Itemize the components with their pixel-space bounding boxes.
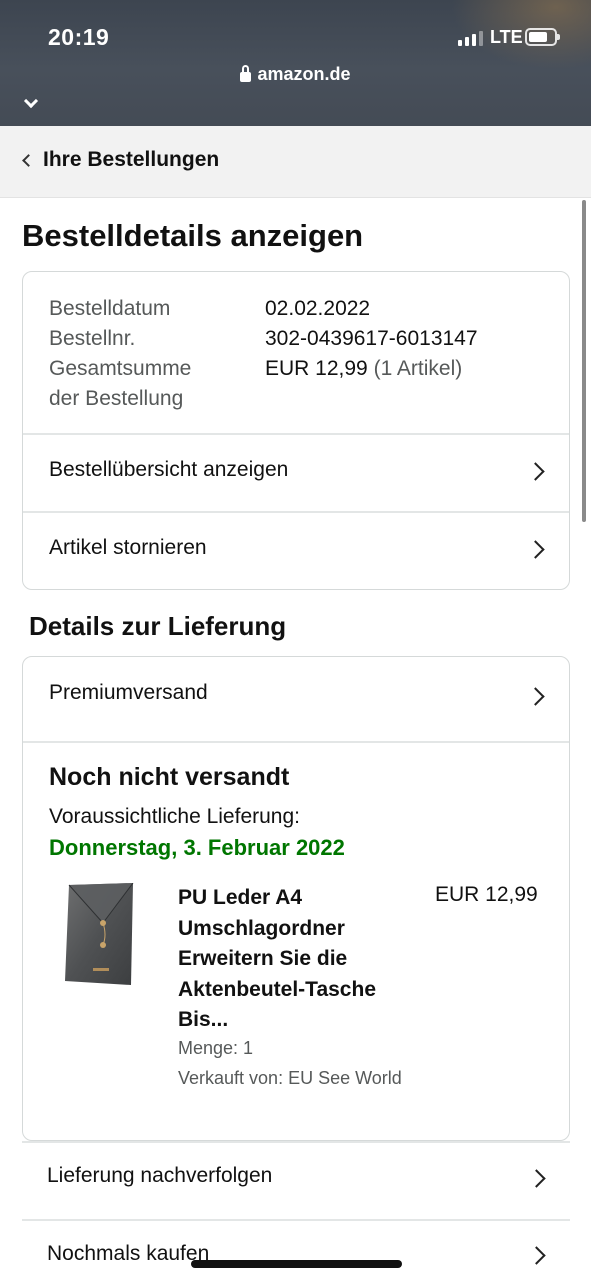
chevron-left-icon [22, 154, 35, 167]
product-title-link[interactable]: PU Leder A4 Umschlagordner Erweitern Sie… [178, 883, 418, 1036]
order-summary-card: Bestelldatum 02.02.2022 Bestellnr. 302-0… [22, 271, 570, 590]
track-package-label: Lieferung nachverfolgen [47, 1164, 273, 1187]
track-package-button[interactable]: Lieferung nachverfolgen [22, 1142, 570, 1218]
browser-top-bar: 20:19 LTE amazon.de [0, 0, 591, 126]
back-navigation-bar[interactable]: Ihre Bestellungen [0, 126, 591, 198]
lock-icon [240, 64, 252, 82]
product-quantity: Menge: 1 [178, 1038, 254, 1058]
buy-again-label: Nochmals kaufen [47, 1242, 210, 1265]
order-info: Bestelldatum 02.02.2022 Bestellnr. 302-0… [49, 294, 478, 414]
view-order-summary-label: Bestellübersicht anzeigen [49, 458, 289, 481]
delivery-estimate-date: Donnerstag, 3. Februar 2022 [49, 835, 345, 860]
page-title: Bestelldetails anzeigen [22, 218, 364, 253]
buy-again-button[interactable]: Nochmals kaufen [22, 1220, 570, 1280]
order-number-value: 302-0439617-6013147 [265, 327, 478, 350]
shipment-status: Noch nicht versandt [49, 763, 290, 791]
delivery-section-title: Details zur Lieferung [29, 611, 287, 641]
delivery-estimate-label: Voraussichtliche Lieferung: [49, 805, 300, 828]
chevron-right-icon [526, 540, 545, 559]
product-image[interactable] [63, 882, 135, 987]
order-date-label: Bestelldatum [49, 297, 171, 320]
cancel-items-label: Artikel stornieren [49, 536, 207, 559]
order-number-label: Bestellnr. [49, 327, 136, 350]
battery-icon [525, 28, 560, 46]
chevron-down-icon[interactable] [23, 93, 39, 109]
back-link[interactable]: Ihre Bestellungen [43, 148, 219, 172]
chevron-right-icon [526, 687, 545, 706]
cellular-signal-icon [458, 30, 483, 46]
cancel-items-button[interactable]: Artikel stornieren [23, 512, 569, 588]
view-order-summary-button[interactable]: Bestellübersicht anzeigen [23, 434, 569, 510]
order-total-label: Gesamtsumme der Bestellung [49, 357, 192, 410]
shipping-method-label: Premiumversand [49, 681, 208, 704]
network-type: LTE [490, 27, 523, 47]
product-price: EUR 12,99 [435, 883, 538, 906]
url-text: amazon.de [257, 64, 351, 84]
url-bar[interactable]: amazon.de [0, 64, 591, 85]
shipping-method-button[interactable]: Premiumversand [23, 657, 569, 733]
scrollbar[interactable] [582, 200, 586, 522]
order-total-value: EUR 12,99 (1 Artikel) [265, 357, 463, 380]
delivery-card: Premiumversand Noch nicht versandt Vorau… [22, 656, 570, 1141]
status-time: 20:19 [48, 24, 110, 50]
order-item-count: (1 Artikel) [373, 357, 463, 380]
product-seller: Verkauft von: EU See World [178, 1068, 402, 1088]
home-indicator[interactable] [191, 1260, 402, 1268]
chevron-right-icon [527, 1246, 546, 1265]
order-date-value: 02.02.2022 [265, 297, 371, 320]
chevron-right-icon [527, 1169, 546, 1188]
chevron-right-icon [526, 462, 545, 481]
